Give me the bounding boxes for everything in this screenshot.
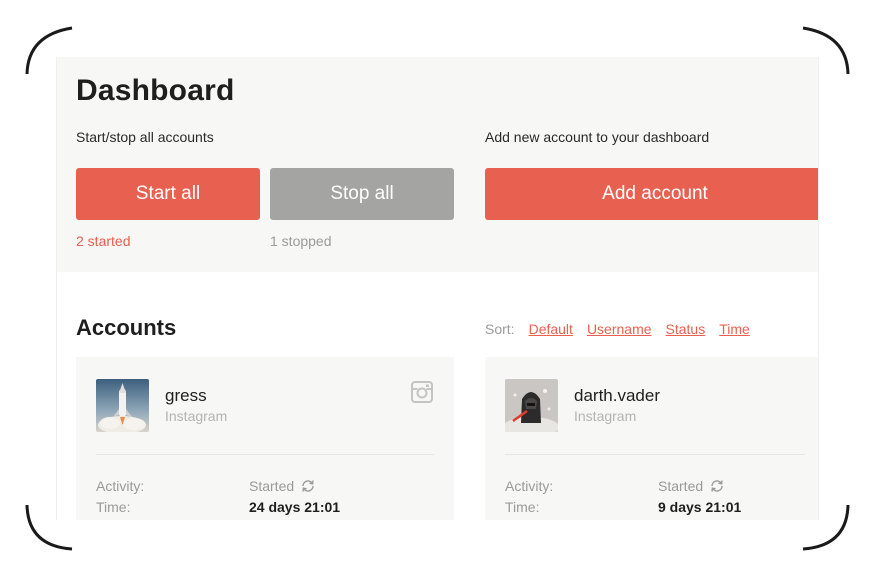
refresh-icon[interactable] [709, 479, 725, 493]
activity-value: Started [658, 478, 704, 494]
activity-value: Started [249, 478, 295, 494]
card-divider [505, 454, 805, 455]
account-network: Instagram [574, 408, 637, 424]
start-all-button[interactable]: Start all [76, 168, 260, 220]
activity-label: Activity: [505, 478, 554, 494]
account-username: darth.vader [574, 386, 660, 405]
sort-status-link[interactable]: Status [666, 321, 706, 337]
instagram-icon [411, 381, 433, 403]
time-value: 9 days 21:01 [658, 499, 742, 515]
dashboard-viewport: Dashboard Start/stop all accounts Add ne… [56, 57, 819, 520]
add-account-description: Add new account to your dashboard [485, 129, 710, 145]
sort-bar: Sort: Default Username Status Time [485, 321, 764, 337]
refresh-icon[interactable] [300, 479, 316, 493]
activity-label: Activity: [96, 478, 145, 494]
add-account-button[interactable]: Add account [485, 168, 818, 220]
sort-time-link[interactable]: Time [719, 321, 750, 337]
stopped-count: 1 stopped [270, 233, 332, 249]
activity-status: Started [249, 478, 316, 494]
time-label: Time: [96, 499, 131, 515]
dashboard-controls-panel: Dashboard Start/stop all accounts Add ne… [57, 57, 818, 272]
sort-label: Sort: [485, 321, 515, 337]
account-card[interactable]: darth.vader Instagram Activity: Started … [485, 357, 818, 520]
activity-status: Started [658, 478, 725, 494]
sort-username-link[interactable]: Username [587, 321, 652, 337]
stop-all-button[interactable]: Stop all [270, 168, 454, 220]
start-stop-description: Start/stop all accounts [76, 129, 214, 145]
page-title: Dashboard [76, 74, 235, 107]
started-count: 2 started [76, 233, 131, 249]
sort-default-link[interactable]: Default [529, 321, 573, 337]
accounts-section-title: Accounts [76, 315, 177, 340]
time-value: 24 days 21:01 [249, 499, 341, 515]
account-username: gress [165, 386, 207, 405]
account-card[interactable]: gress Instagram Activity: Started Time: … [76, 357, 454, 520]
card-divider [96, 454, 434, 455]
avatar [96, 379, 149, 432]
account-network: Instagram [165, 408, 228, 424]
time-label: Time: [505, 499, 540, 515]
avatar [505, 379, 558, 432]
